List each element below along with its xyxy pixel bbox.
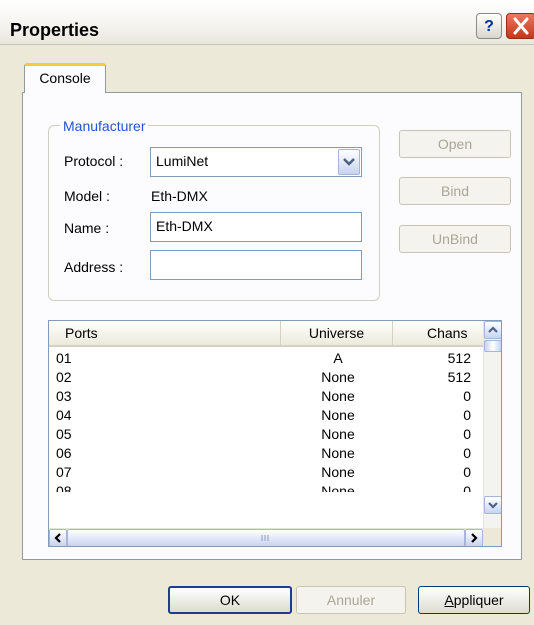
protocol-label: Protocol : (64, 153, 124, 169)
table-row[interactable]: 04 None 0 (49, 407, 483, 423)
unbind-button[interactable]: UnBind (399, 225, 511, 253)
address-label: Address : (64, 259, 124, 275)
chans-cell: 0 (463, 464, 471, 480)
scroll-left-button[interactable] (49, 529, 67, 546)
vertical-scrollbar[interactable] (483, 321, 501, 528)
port-cell: 05 (56, 426, 72, 442)
port-cell: 04 (56, 407, 72, 423)
close-icon (507, 14, 534, 38)
open-button[interactable]: Open (399, 130, 511, 158)
horizontal-scrollbar[interactable] (49, 528, 483, 546)
protocol-value: LumiNet (156, 153, 209, 169)
table-row[interactable]: 01 A 512 (49, 350, 483, 366)
port-cell: 01 (56, 350, 72, 366)
chans-cell: 0 (463, 445, 471, 461)
chevron-left-icon (50, 530, 66, 546)
model-value: Eth-DMX (151, 188, 208, 204)
ports-list-header: Ports Universe Chans (49, 321, 483, 347)
chevron-right-icon (466, 530, 482, 546)
grip-icon (68, 530, 464, 546)
protocol-select[interactable]: LumiNet (150, 147, 362, 177)
table-row[interactable]: 05 None 0 (49, 426, 483, 442)
column-header-universe[interactable]: Universe (281, 321, 393, 345)
table-row[interactable]: 08 None 0 (49, 483, 483, 492)
scroll-down-button[interactable] (484, 496, 501, 514)
scroll-right-button[interactable] (465, 529, 483, 546)
chans-cell: 0 (463, 407, 471, 423)
table-row[interactable]: 02 None 512 (49, 369, 483, 385)
universe-cell: None (321, 426, 355, 442)
port-cell: 08 (56, 483, 72, 492)
chans-cell: 512 (447, 350, 471, 366)
chans-cell: 0 (463, 426, 471, 442)
name-field[interactable]: Eth-DMX (150, 212, 362, 242)
bind-button[interactable]: Bind (399, 177, 511, 205)
column-header-chans[interactable]: Chans (393, 321, 483, 345)
ok-button[interactable]: OK (168, 586, 292, 614)
port-cell: 03 (56, 388, 72, 404)
name-label: Name : (64, 220, 110, 236)
horizontal-scroll-thumb[interactable] (67, 529, 465, 546)
ports-rows: 01 A 512 02 None 512 03 None 0 04 None 0… (49, 348, 483, 524)
scroll-corner (483, 528, 501, 546)
scroll-up-button[interactable] (484, 321, 501, 339)
help-button[interactable]: ? (476, 13, 502, 39)
universe-cell: None (321, 369, 355, 385)
universe-cell: None (321, 388, 355, 404)
chevron-down-icon[interactable] (338, 149, 360, 175)
chevron-down-icon (485, 497, 501, 513)
chans-cell: 512 (447, 369, 471, 385)
address-field[interactable] (150, 250, 362, 280)
window-title: Properties (10, 20, 100, 40)
chevron-up-icon (485, 322, 501, 338)
title-bar: Properties ? (0, 0, 534, 45)
column-header-ports[interactable]: Ports (49, 321, 281, 345)
universe-cell: None (321, 445, 355, 461)
universe-cell: A (333, 350, 343, 366)
close-button[interactable] (506, 13, 534, 39)
table-row[interactable]: 03 None 0 (49, 388, 483, 404)
ports-list[interactable]: Ports Universe Chans 01 A 512 02 None 51… (48, 320, 502, 547)
port-cell: 07 (56, 464, 72, 480)
chans-cell: 0 (463, 483, 471, 492)
table-row[interactable]: 07 None 0 (49, 464, 483, 480)
model-label: Model : (64, 188, 110, 204)
universe-cell: None (321, 483, 355, 492)
table-row[interactable]: 06 None 0 (49, 445, 483, 461)
apply-button[interactable]: Appliquer (418, 586, 530, 614)
universe-cell: None (321, 464, 355, 480)
port-cell: 02 (56, 369, 72, 385)
vertical-scroll-thumb[interactable] (484, 340, 501, 352)
manufacturer-legend: Manufacturer (60, 118, 149, 134)
chans-cell: 0 (463, 388, 471, 404)
tab-console[interactable]: Console (24, 63, 106, 93)
universe-cell: None (321, 407, 355, 423)
port-cell: 06 (56, 445, 72, 461)
cancel-button[interactable]: Annuler (296, 586, 406, 614)
